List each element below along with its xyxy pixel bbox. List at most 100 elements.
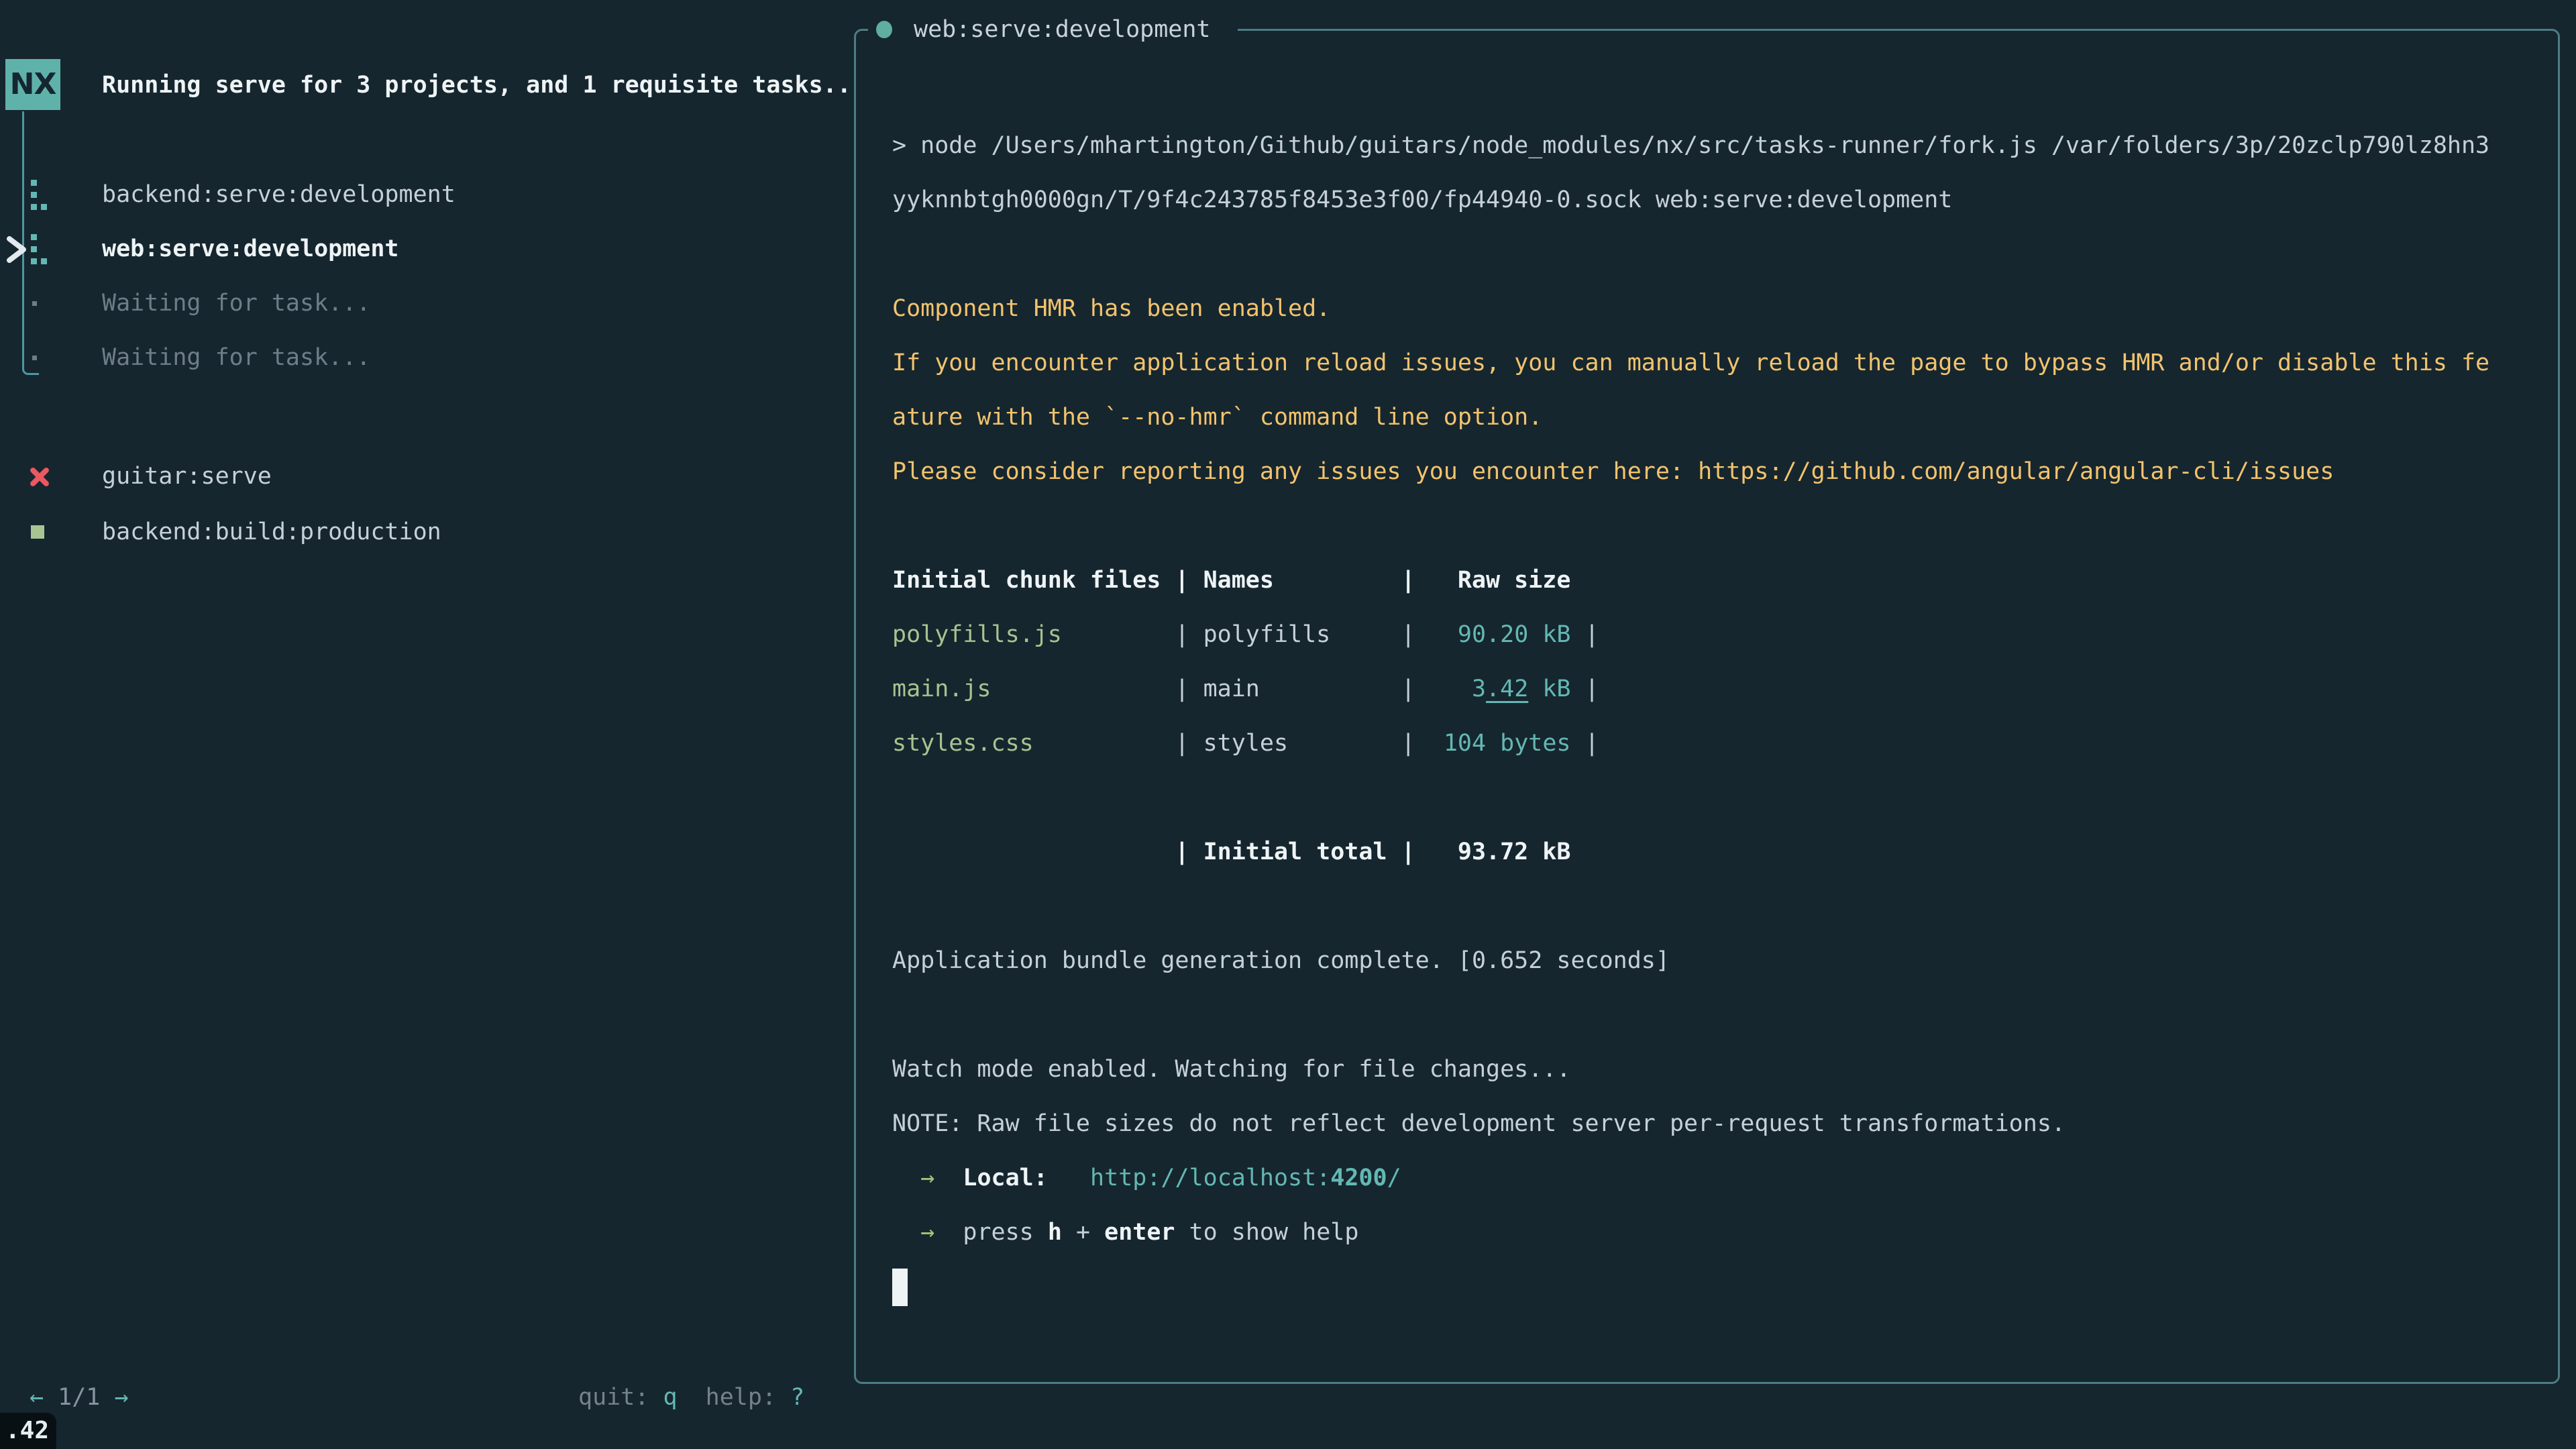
task-row[interactable]: Waiting for task... (0, 285, 851, 321)
task-row[interactable]: backend:build:production (0, 514, 851, 550)
pager: ← 1/1 → (30, 1379, 129, 1415)
text-segment: 90.20 kB (1415, 621, 1571, 648)
terminal-line: Application bundle generation complete. … (892, 943, 1670, 979)
waiting-dot-icon (32, 356, 37, 360)
pager-label (44, 1384, 58, 1411)
task-label: Waiting for task... (102, 339, 370, 376)
pager-prev-arrow-icon[interactable]: ← (30, 1384, 44, 1411)
text-segment: enter (1104, 1219, 1175, 1246)
pager-next-arrow-icon[interactable]: → (114, 1384, 128, 1411)
text-segment: press (963, 1219, 1047, 1246)
terminal-line: → Local: http://localhost:4200/ (892, 1160, 1401, 1196)
text-segment (892, 1219, 920, 1246)
text-segment: Application bundle generation complete. … (892, 947, 1670, 974)
screen-overlay-badge: .42 (0, 1413, 56, 1449)
terminal-line: polyfills.js | polyfills | 90.20 kB | (892, 616, 1599, 653)
text-segment: main.js (892, 676, 1175, 702)
terminal-line: Initial chunk files | Names | Raw size (892, 562, 1570, 598)
text-segment: 104 bytes (1415, 730, 1571, 757)
text-segment (892, 1165, 920, 1191)
task-label: guitar:serve (102, 458, 272, 494)
help-key-hint: ? (790, 1384, 804, 1411)
nx-tui-screen: { "colors":{ "background":"#16262e","acc… (0, 0, 2576, 1449)
terminal-line: | Initial total | 93.72 kB (892, 834, 1570, 870)
text-segment: styles.css (892, 730, 1175, 757)
terminal-line: styles.css | styles | 104 bytes | (892, 725, 1599, 761)
text-segment: kB (1528, 676, 1570, 702)
terminal-cursor (892, 1269, 908, 1306)
text-segment: | (1401, 730, 1415, 757)
text-segment (934, 1219, 963, 1246)
text-segment: h (1048, 1219, 1062, 1246)
text-segment: | (1175, 676, 1203, 702)
text-segment: yyknnbtgh0000gn/T/9f4c243785f8453e3f00/f… (892, 186, 1952, 213)
text-segment: styles (1203, 730, 1401, 757)
arrow-icon: → (920, 1219, 934, 1246)
text-segment: to show help (1175, 1219, 1358, 1246)
text-segment: | (1175, 621, 1203, 648)
text-segment: 3 (1415, 676, 1486, 702)
terminal-line: NOTE: Raw file sizes do not reflect deve… (892, 1106, 2065, 1142)
chevron-right-icon (1, 233, 31, 266)
text-segment: If you encounter application reload issu… (892, 350, 2489, 376)
terminal-line: > node /Users/mhartington/Github/guitars… (892, 127, 2489, 164)
terminal-line: yyknnbtgh0000gn/T/9f4c243785f8453e3f00/f… (892, 182, 1952, 218)
task-row[interactable]: backend:serve:development (0, 176, 851, 213)
text-segment: | (1570, 621, 1599, 648)
terminal-line: Please consider reporting any issues you… (892, 453, 2334, 490)
spinner-icon (31, 180, 37, 186)
task-label: web:serve:development (102, 231, 399, 267)
text-segment: | (1570, 730, 1599, 757)
local-url[interactable]: http://localhost: (1090, 1165, 1330, 1191)
arrow-icon: → (920, 1165, 934, 1191)
task-label: Waiting for task... (102, 285, 370, 321)
text-segment: Watch mode enabled. Watching for file ch… (892, 1056, 1570, 1083)
github-issues-link[interactable]: https://github.com/angular/angular-cli/i… (1698, 458, 2334, 485)
text-segment: Local: (963, 1165, 1047, 1191)
task-row[interactable]: guitar:serve (0, 458, 851, 494)
text-segment: NOTE: Raw file sizes do not reflect deve… (892, 1110, 2065, 1137)
task-row[interactable]: Waiting for task... (0, 339, 851, 376)
terminal-line: Component HMR has been enabled. (892, 290, 1330, 327)
nx-logo-badge: NX (5, 59, 60, 110)
spinner-icon (31, 234, 37, 240)
text-segment (934, 1165, 963, 1191)
quit-label: quit: (578, 1384, 663, 1411)
text-segment (1048, 1165, 1090, 1191)
text-segment: | (1401, 676, 1415, 702)
waiting-dot-icon (32, 301, 37, 306)
panel-title-label: web:serve:development (914, 16, 1211, 43)
help-label: help: (678, 1384, 791, 1411)
text-segment: main (1203, 676, 1401, 702)
status-dot-icon (876, 21, 892, 38)
text-segment: + (1062, 1219, 1104, 1246)
failed-x-icon (30, 465, 50, 489)
text-segment: Initial chunk files | Names | Raw size (892, 567, 1570, 594)
quit-key-hint: q (663, 1384, 677, 1411)
local-url-port[interactable]: 4200 (1330, 1165, 1387, 1191)
text-segment: > node /Users/mhartington/Github/guitars… (892, 132, 2489, 159)
text-segment: Component HMR has been enabled. (892, 295, 1330, 322)
text-segment: .42 (1486, 676, 1528, 702)
pager-spacer (100, 1384, 114, 1411)
text-segment: polyfills (1203, 621, 1401, 648)
text-segment: ature with the `--no-hmr` command line o… (892, 404, 1542, 431)
task-row[interactable]: web:serve:development (0, 231, 851, 267)
text-segment: | (1175, 730, 1203, 757)
task-label: backend:serve:development (102, 176, 455, 213)
terminal-line: If you encounter application reload issu… (892, 345, 2489, 381)
help-bar: quit: q help: ? (578, 1379, 804, 1415)
text-segment: | (1401, 621, 1415, 648)
text-segment[interactable]: / (1387, 1165, 1401, 1191)
terminal-line: → press h + enter to show help (892, 1214, 1358, 1250)
pager-page-label: 1/1 (58, 1384, 100, 1411)
text-segment: Please consider reporting any issues you… (892, 458, 1698, 485)
terminal-line: ature with the `--no-hmr` command line o… (892, 399, 1542, 435)
run-summary-title: Running serve for 3 projects, and 1 requ… (102, 67, 851, 103)
terminal-line: main.js | main | 3.42 kB | (892, 671, 1599, 707)
panel-title: web:serve:development (868, 11, 1238, 48)
text-segment: | Initial total | 93.72 kB (892, 839, 1570, 865)
success-square-icon (31, 525, 44, 539)
terminal-line: Watch mode enabled. Watching for file ch… (892, 1051, 1570, 1087)
text-segment: polyfills.js (892, 621, 1175, 648)
